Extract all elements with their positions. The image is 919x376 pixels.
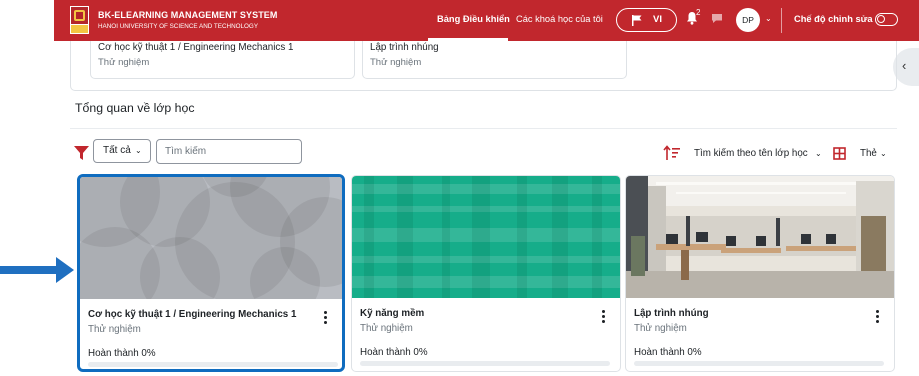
course-image[interactable] [80,177,342,299]
course-progress-bar [360,361,610,366]
course-card-body: Kỹ năng mềm Thử nghiệm Hoàn thành 0% [352,298,620,371]
sort-dropdown[interactable]: Tìm kiếm theo tên lớp học [694,148,808,159]
recent-course-category: Thử nghiệm [98,57,150,68]
brand-title: BK-ELEARNING MANAGEMENT SYSTEM [98,10,278,20]
course-card[interactable]: Lập trình nhúng Thử nghiệm Hoàn thành 0% [625,175,895,372]
language-button[interactable]: VI [616,8,677,32]
course-progress-label: Hoàn thành 0% [634,347,702,358]
nav-dashboard[interactable]: Bảng Điều khiển [437,14,510,24]
course-category: Thử nghiệm [360,323,413,334]
brand-subtitle: HANOI UNIVERSITY OF SCIENCE AND TECHNOLO… [98,23,259,30]
course-progress-bar [88,362,338,367]
course-search-input[interactable] [156,139,302,164]
more-options-icon[interactable] [876,310,880,324]
recent-course-card[interactable]: Cơ học kỹ thuật 1 / Engineering Mechanic… [90,41,355,79]
course-card-body: Cơ học kỹ thuật 1 / Engineering Mechanic… [80,299,342,369]
chevron-left-icon: ‹ [902,58,907,73]
edit-mode-toggle[interactable] [875,13,898,26]
course-progress-label: Hoàn thành 0% [88,348,156,359]
course-card[interactable]: Cơ học kỹ thuật 1 / Engineering Mechanic… [77,174,345,372]
course-card-body: Lập trình nhúng Thử nghiệm Hoàn thành 0% [626,298,894,371]
more-options-icon[interactable] [324,311,328,325]
course-progress-label: Hoàn thành 0% [360,347,428,358]
recent-course-title[interactable]: Cơ học kỹ thuật 1 / Engineering Mechanic… [98,42,293,53]
user-avatar[interactable]: DP [736,8,760,32]
navbar-divider [781,8,782,33]
navbar: BK-ELEARNING MANAGEMENT SYSTEM HANOI UNI… [54,0,919,41]
view-dropdown[interactable]: Thẻ [860,148,877,159]
section-title: Tổng quan về lớp học [75,101,195,115]
chevron-down-icon[interactable]: ⌄ [815,149,822,158]
course-image[interactable] [352,176,620,298]
recent-course-card[interactable]: Lập trình nhúng Thử nghiệm [362,41,627,79]
recent-course-category: Thử nghiệm [370,57,422,68]
course-title[interactable]: Cơ học kỹ thuật 1 / Engineering Mechanic… [88,309,296,320]
nav-my-courses[interactable]: Các khoá học của tôi [516,14,603,24]
chevron-down-icon[interactable]: ⌄ [765,14,772,23]
grid-view-icon[interactable] [833,147,846,160]
edit-mode-label: Chế độ chỉnh sửa [794,14,873,24]
flag-icon [632,15,642,26]
sort-icon[interactable] [663,145,680,161]
message-icon[interactable] [711,13,723,24]
dashboard-page: BK-ELEARNING MANAGEMENT SYSTEM HANOI UNI… [0,0,919,376]
section-divider [70,128,897,129]
course-title[interactable]: Kỹ năng mềm [360,308,424,319]
course-title[interactable]: Lập trình nhúng [634,308,709,319]
course-category: Thử nghiệm [88,324,141,335]
chevron-down-icon: ⌄ [135,146,142,155]
more-options-icon[interactable] [602,310,606,324]
notification-count-badge: 2 [696,8,701,17]
course-progress-bar [634,361,884,366]
grouping-select[interactable]: Tất cả ⌄ [93,139,151,163]
university-logo[interactable] [70,6,89,34]
course-card[interactable]: Kỹ năng mềm Thử nghiệm Hoàn thành 0% [351,175,621,372]
annotation-arrow-icon [0,257,74,283]
course-category: Thử nghiệm [634,323,687,334]
grouping-select-value: Tất cả [103,145,131,156]
office-photo [626,176,894,298]
filter-icon [74,146,89,160]
language-label: VI [653,14,662,25]
chevron-down-icon[interactable]: ⌄ [880,149,887,158]
course-image[interactable] [626,176,894,298]
recent-course-title[interactable]: Lập trình nhúng [370,42,439,53]
